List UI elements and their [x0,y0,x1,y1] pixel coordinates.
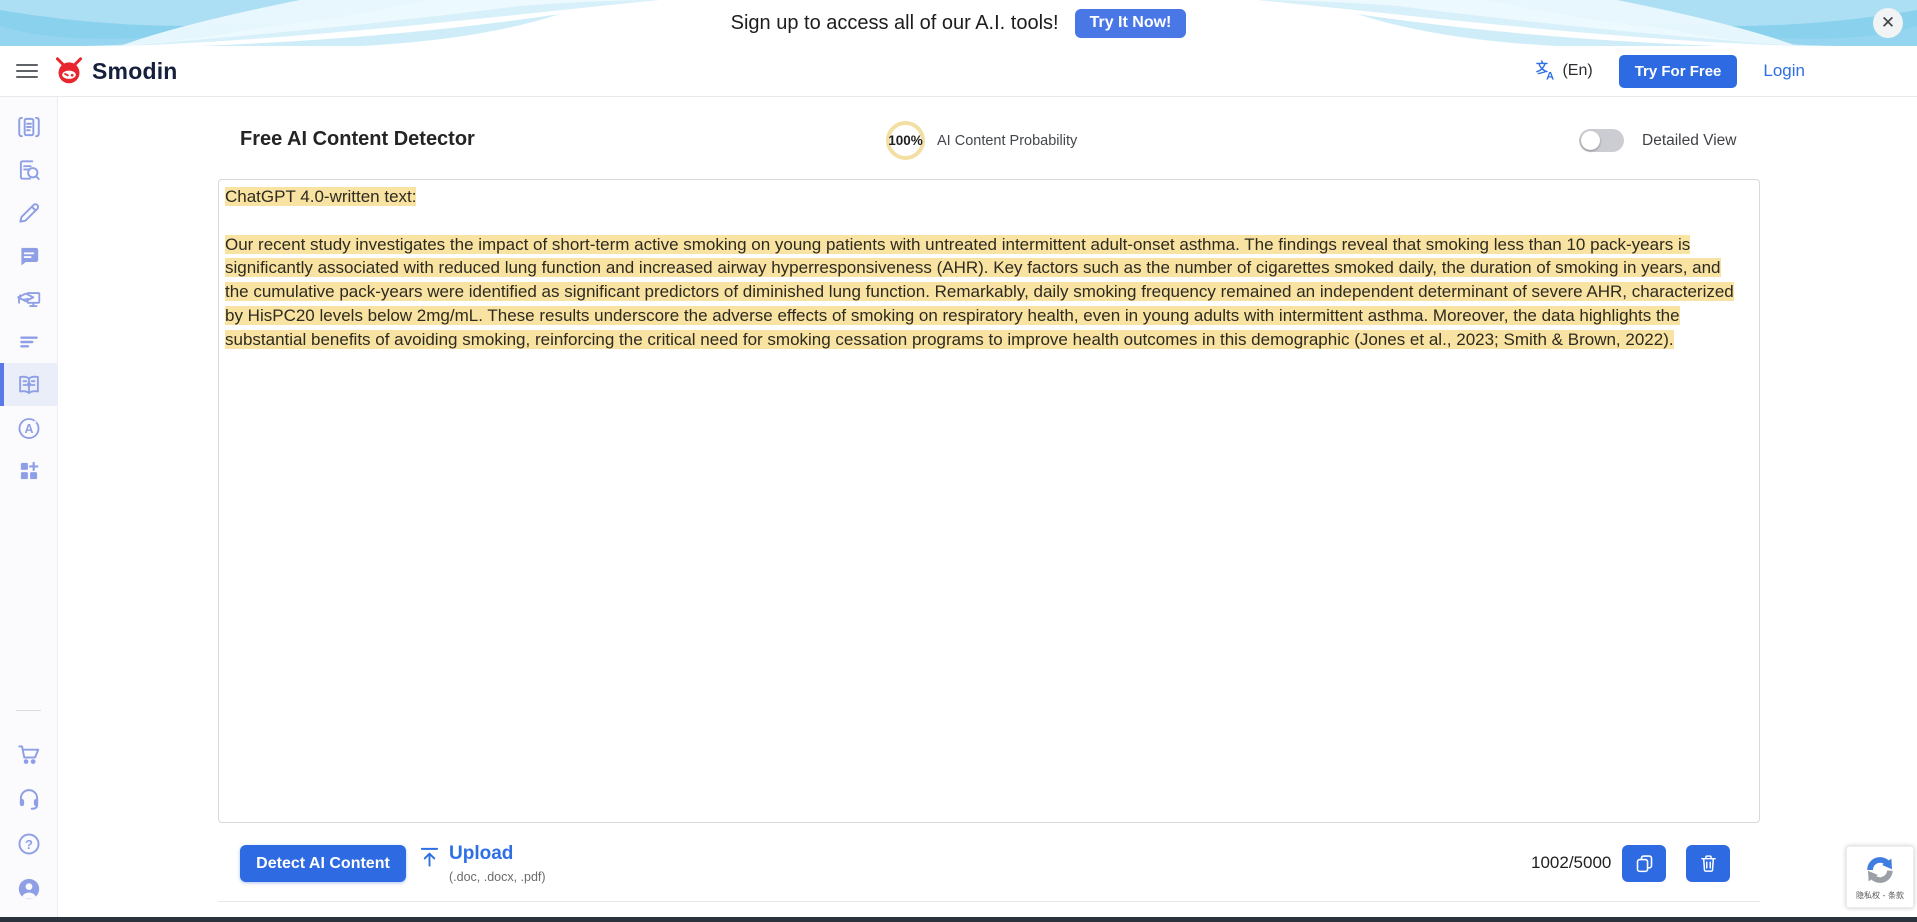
recaptcha-icon [1862,853,1898,887]
sidebar-item-support[interactable] [0,776,58,821]
delete-button[interactable] [1686,845,1730,882]
app-header: Smodin 文 A (En) Try For Free Login [0,46,1917,97]
sidebar-item-ai-detector[interactable] [0,363,58,406]
footer-divider [218,901,1760,902]
character-counter: 1002/5000 [1531,853,1601,873]
editor-heading-line: ChatGPT 4.0-written text: [225,187,416,206]
headset-icon [16,786,42,812]
recaptcha-badge[interactable]: 隐私权 - 条款 [1846,846,1914,908]
trash-icon [1698,853,1719,874]
banner-close-icon[interactable]: ✕ [1873,8,1903,38]
paraphraser-icon [16,114,42,140]
editor-body-text: Our recent study investigates the impact… [225,235,1734,349]
svg-text:?: ? [25,836,33,851]
ai-detector-icon [16,372,42,398]
more-tools-icon [16,458,42,484]
language-label: (En) [1562,62,1592,80]
banner-message: Sign up to access all of our A.I. tools! [731,12,1059,35]
rewriter-icon [16,200,42,226]
sidebar-item-more-tools[interactable] [0,449,58,492]
sidebar-item-cart[interactable] [0,731,58,776]
detailed-view-toggle[interactable] [1579,129,1624,152]
sidebar-item-plagiarism-checker[interactable] [0,148,58,191]
promo-banner: Sign up to access all of our A.I. tools!… [0,0,1917,46]
probability-badge: 100% [886,121,925,160]
detailed-view-label: Detailed View [1642,132,1737,150]
chat-icon [16,243,42,269]
cart-icon [16,741,42,767]
detailed-view-control: Detailed View [1579,129,1737,152]
recaptcha-privacy-terms: 隐私权 - 条款 [1856,890,1904,901]
sidebar-item-rewriter[interactable] [0,191,58,234]
try-for-free-button[interactable]: Try For Free [1619,55,1738,88]
upload-label: Upload [449,843,546,866]
robot-logo-icon [54,57,84,85]
help-icon: ? [16,831,42,857]
account-icon [16,876,42,902]
banner-wave-decoration [1257,0,1917,46]
sidebar-divider [16,710,41,711]
bottom-strip [0,917,1917,922]
ai-probability: 100% AI Content Probability [886,121,1077,160]
homework-solver-icon [16,286,42,312]
detect-ai-content-button[interactable]: Detect AI Content [240,845,406,882]
banner-wave-decoration [0,0,660,46]
sidebar-item-chat[interactable] [0,234,58,277]
login-link[interactable]: Login [1763,61,1805,81]
svg-text:A: A [1547,70,1555,82]
try-it-now-button[interactable]: Try It Now! [1075,9,1187,38]
smodin-logo[interactable]: Smodin [54,57,178,85]
copy-icon [1634,853,1655,874]
page-title: Free AI Content Detector [240,128,475,151]
sidebar-item-homework-solver[interactable] [0,277,58,320]
page: Sign up to access all of our A.I. tools!… [0,0,1917,922]
brand-name: Smodin [92,58,178,85]
language-selector[interactable]: 文 A (En) [1536,60,1592,82]
sidebar: A [0,97,58,917]
upload-hint: (.doc, .docx, .pdf) [449,870,546,884]
sidebar-item-help[interactable]: ? [0,821,58,866]
sidebar-item-paraphraser[interactable] [0,105,58,148]
upload-control[interactable]: Upload (.doc, .docx, .pdf) [419,843,546,884]
sidebar-item-account[interactable] [0,866,58,911]
svg-text:A: A [25,422,34,436]
ai-writer-icon: A [16,415,42,441]
probability-label: AI Content Probability [937,133,1077,149]
sidebar-item-summarizer[interactable] [0,320,58,363]
summarizer-icon [16,329,42,355]
upload-icon [419,845,440,869]
toggle-knob [1581,131,1600,150]
sidebar-item-ai-writer[interactable]: A [0,406,58,449]
translate-icon: 文 A [1536,60,1558,82]
copy-button[interactable] [1622,845,1666,882]
menu-icon[interactable] [16,64,38,79]
text-editor[interactable]: ChatGPT 4.0-written text: Our recent stu… [218,179,1760,823]
plagiarism-checker-icon [16,157,42,183]
